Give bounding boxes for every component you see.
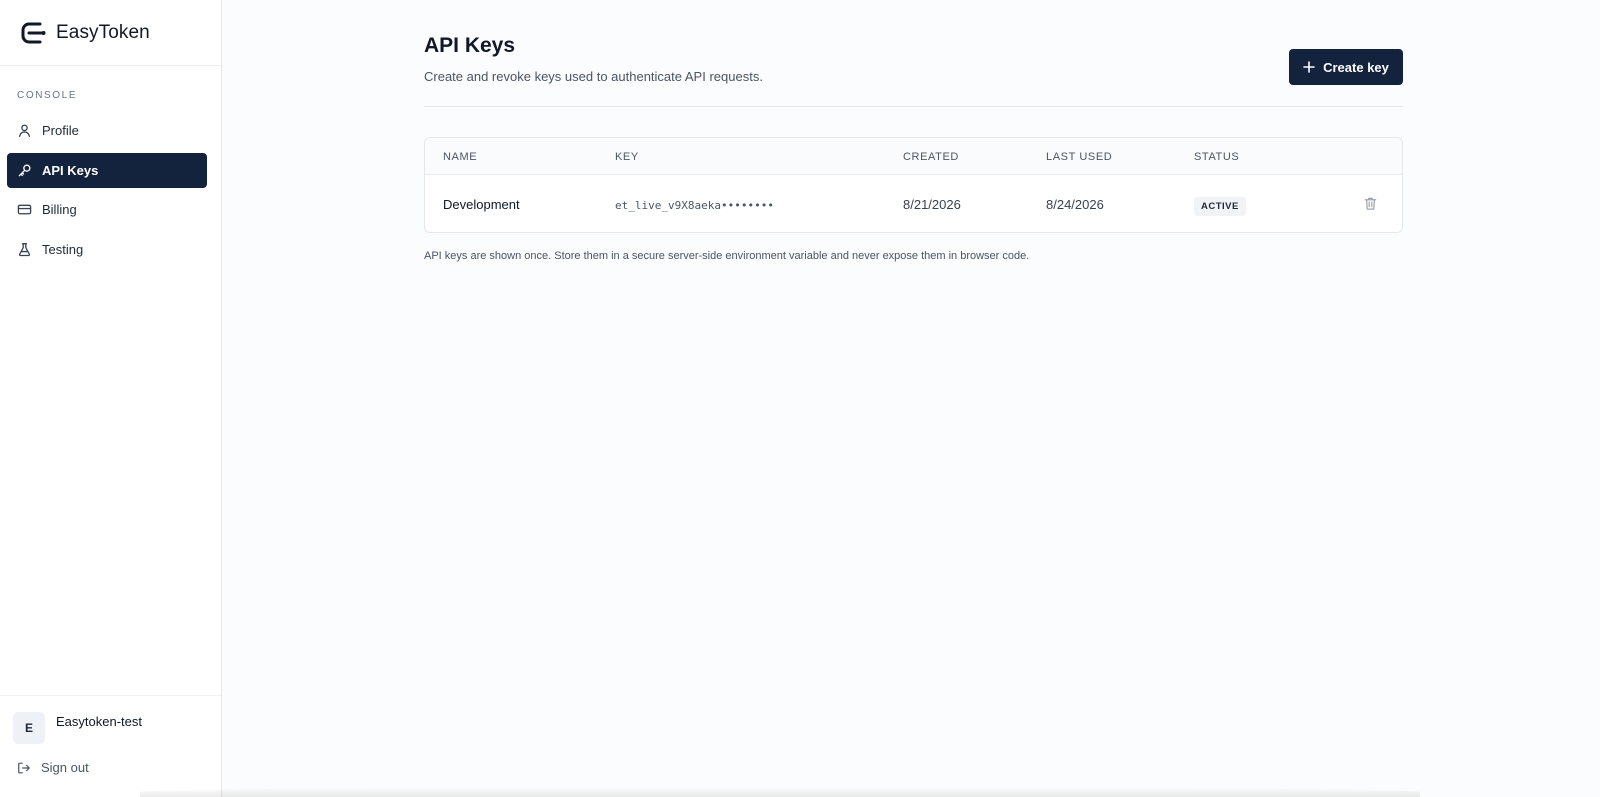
- key-created-date: 8/21/2026: [903, 197, 961, 212]
- table-header: NAME KEY CREATED LAST USED STATUS: [425, 138, 1402, 175]
- credit-card-icon: [17, 204, 32, 215]
- sidebar-footer: E Easytoken-test Sign out: [0, 695, 221, 797]
- create-key-button[interactable]: Create key: [1289, 49, 1403, 85]
- column-header-name: NAME: [443, 151, 478, 163]
- sign-out-label: Sign out: [41, 760, 89, 775]
- key-name: Development: [443, 197, 520, 212]
- column-header-key: KEY: [615, 151, 639, 163]
- plus-icon: [1303, 61, 1315, 73]
- column-header-created: CREATED: [903, 151, 959, 163]
- sidebar-item-billing[interactable]: Billing: [7, 192, 207, 227]
- column-header-status: STATUS: [1194, 151, 1240, 163]
- user-name: Easytoken-test: [56, 714, 142, 729]
- sidebar-item-label: Billing: [42, 202, 77, 217]
- sidebar-item-profile[interactable]: Profile: [7, 113, 207, 148]
- sign-out-button[interactable]: Sign out: [17, 760, 89, 775]
- sidebar-item-label: API Keys: [42, 162, 99, 178]
- key-value: et_live_v9X8aeka••••••••: [615, 199, 774, 212]
- sidebar-item-api-keys[interactable]: API Keys: [7, 152, 207, 188]
- flask-icon: [18, 242, 31, 256]
- api-keys-table: NAME KEY CREATED LAST USED STATUS Develo…: [424, 137, 1403, 233]
- key-icon: [18, 163, 31, 176]
- header-divider: [424, 106, 1403, 107]
- sidebar: EasyToken CONSOLE Profile API Keys Billi…: [0, 0, 222, 797]
- sidebar-item-label: Profile: [42, 123, 79, 138]
- table-row: Development et_live_v9X8aeka•••••••• 8/2…: [425, 175, 1402, 232]
- page-subtitle: Create and revoke keys used to authentic…: [424, 69, 763, 84]
- avatar: E: [13, 712, 45, 744]
- page-title: API Keys: [424, 34, 516, 57]
- brand[interactable]: EasyToken: [0, 0, 221, 66]
- key-last-used-date: 8/24/2026: [1046, 197, 1104, 212]
- create-key-label: Create key: [1323, 59, 1389, 75]
- easytoken-logo-icon: [21, 22, 46, 43]
- bottom-shadow: [140, 787, 1420, 797]
- api-keys-note: API keys are shown once. Store them in a…: [424, 250, 1030, 262]
- column-header-last-used: LAST USED: [1046, 151, 1113, 163]
- brand-name: EasyToken: [56, 21, 150, 43]
- trash-icon[interactable]: [1363, 196, 1378, 211]
- user-info: E Easytoken-test: [13, 712, 142, 744]
- sign-out-icon: [18, 762, 30, 773]
- sidebar-nav: Profile API Keys Billing Testing: [7, 113, 207, 271]
- sidebar-item-testing[interactable]: Testing: [7, 232, 207, 267]
- user-icon: [18, 124, 31, 137]
- status-badge: ACTIVE: [1194, 197, 1246, 216]
- console-section-label: CONSOLE: [17, 90, 78, 101]
- sidebar-item-label: Testing: [42, 241, 84, 257]
